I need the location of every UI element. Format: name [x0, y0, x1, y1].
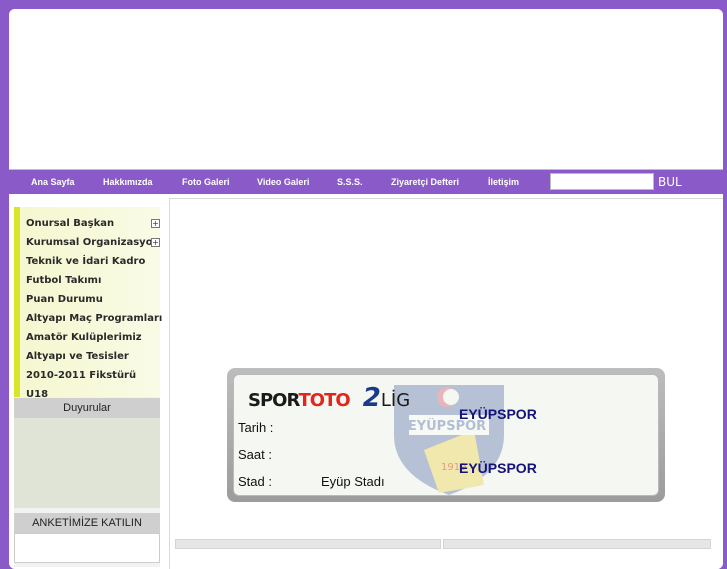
- nav-guestbook[interactable]: Ziyaretçi Defteri: [391, 170, 459, 194]
- sidebar-item-kurumsal[interactable]: Kurumsal Organizasyon: [26, 234, 151, 252]
- left-sidebar: Onursal Başkan + Kurumsal Organizasyon +…: [14, 207, 162, 567]
- poll-header: ANKETİMİZE KATILIN: [14, 513, 160, 533]
- sidebar-item-altyapi-tesisler[interactable]: Altyapı ve Tesisler: [26, 348, 129, 366]
- main-content: EYÜPSPOR 1919 SPORTOTO 2LİG Tarih : Saat…: [169, 198, 723, 569]
- announcements-header: Duyurular: [14, 398, 160, 418]
- header-banner: [9, 9, 723, 169]
- poll-box: [14, 533, 160, 563]
- search-button[interactable]: BUL: [658, 173, 682, 191]
- sidebar-item-teknik-kadro[interactable]: Teknik ve İdari Kadro: [26, 253, 145, 271]
- venue-value: Eyüp Stadı: [321, 474, 385, 489]
- nav-video-gallery[interactable]: Video Galeri: [257, 170, 309, 194]
- nav-about[interactable]: Hakkımızda: [103, 170, 153, 194]
- sidebar-item-onursal-baskan[interactable]: Onursal Başkan: [26, 215, 114, 233]
- main-navigation: Ana Sayfa Hakkımızda Foto Galeri Video G…: [9, 169, 723, 194]
- date-label: Tarih :: [238, 420, 274, 435]
- nav-contact[interactable]: İletişim: [488, 170, 519, 194]
- search-input[interactable]: [550, 173, 654, 190]
- content-box-left: [175, 539, 441, 549]
- sidebar-item-puan-durumu[interactable]: Puan Durumu: [26, 291, 103, 309]
- content-box-right: [443, 539, 711, 549]
- page-frame: Ana Sayfa Hakkımızda Foto Galeri Video G…: [9, 9, 723, 569]
- nav-photo-gallery[interactable]: Foto Galeri: [182, 170, 230, 194]
- expand-plus-icon[interactable]: +: [151, 238, 160, 247]
- match-card: EYÜPSPOR 1919 SPORTOTO 2LİG Tarih : Saat…: [227, 368, 665, 502]
- home-team-name: EYÜPSPOR: [459, 406, 537, 422]
- announcements-box: [14, 418, 160, 508]
- expand-plus-icon[interactable]: +: [151, 219, 160, 228]
- sidebar-item-futbol-takimi[interactable]: Futbol Takımı: [26, 272, 101, 290]
- sidebar-item-amator[interactable]: Amatör Kulüplerimiz: [26, 329, 142, 347]
- sidebar-item-altyapi-mac[interactable]: Altyapı Maç Programları: [26, 310, 162, 328]
- venue-label: Stad :: [238, 474, 272, 489]
- match-card-inner: EYÜPSPOR 1919 SPORTOTO 2LİG Tarih : Saat…: [233, 374, 659, 496]
- spor-toto-2-lig-logo: SPORTOTO 2LİG: [248, 383, 411, 413]
- nav-home[interactable]: Ana Sayfa: [31, 170, 75, 194]
- sidebar-menu: Onursal Başkan + Kurumsal Organizasyon +…: [14, 207, 162, 400]
- away-team-name: EYÜPSPOR: [459, 460, 537, 476]
- sidebar-item-fikstur[interactable]: 2010-2011 Fikstürü: [26, 367, 136, 385]
- nav-faq[interactable]: S.S.S.: [337, 170, 363, 194]
- time-label: Saat :: [238, 447, 272, 462]
